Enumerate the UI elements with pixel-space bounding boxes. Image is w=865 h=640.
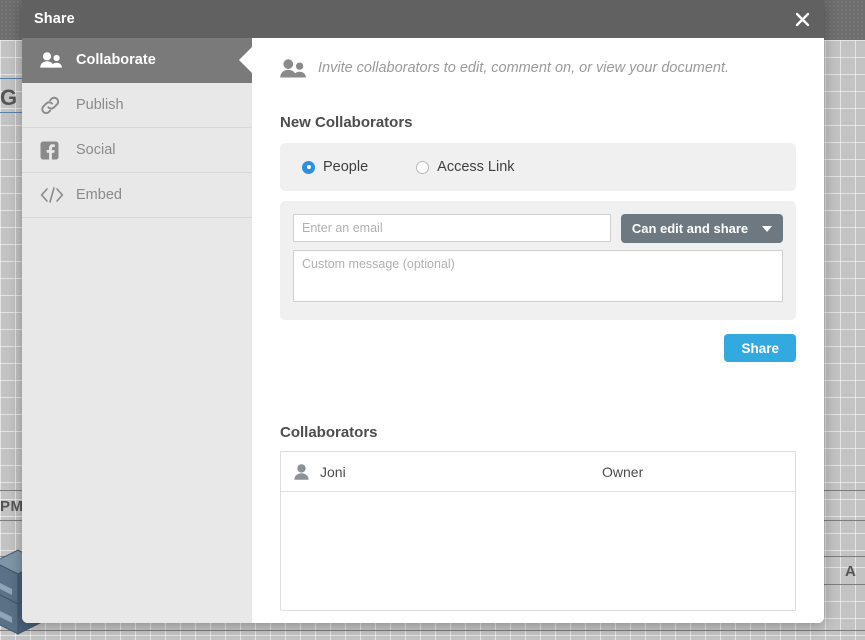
close-icon[interactable] [788,5,816,33]
sidebar-item-embed[interactable]: Embed [22,173,252,218]
permission-dropdown-label: Can edit and share [631,221,749,236]
sidebar-item-social[interactable]: Social [22,128,252,173]
audience-panel: People Access Link [280,143,796,191]
invite-banner-text: Invite collaborators to edit, comment on… [318,60,730,76]
cell-letter-a: A [845,563,857,580]
dialog-titlebar: Share [22,0,824,38]
radio-access-link[interactable]: Access Link [416,159,515,175]
grid-blue-rule-top [0,78,22,79]
sidebar-item-label: Collaborate [76,52,156,68]
share-dialog: Share Collaborate Publish Social Embed I… [22,0,824,623]
people-icon [40,52,68,68]
radio-people-label: People [323,159,369,175]
collaborators-heading: Collaborators [280,424,378,441]
dialog-body: Collaborate Publish Social Embed Invite … [22,38,824,623]
sidebar-item-publish[interactable]: Publish [22,83,252,128]
person-icon [294,463,320,480]
collaborators-table: Joni Owner [280,451,796,611]
sidebar-item-label: Embed [76,187,122,203]
radio-dot-icon [302,160,315,174]
share-sidebar: Collaborate Publish Social Embed [22,38,252,623]
grid-rule-bottom [0,630,865,631]
custom-message-field[interactable] [293,250,783,302]
invite-banner: Invite collaborators to edit, comment on… [280,38,796,98]
email-field[interactable] [293,214,611,242]
sidebar-item-collaborate[interactable]: Collaborate [22,38,252,83]
code-icon [40,187,68,203]
invite-row: Can edit and share [293,214,783,243]
sidebar-item-label: Social [76,142,116,158]
grid-blue-rule-bottom [0,112,22,113]
share-action-row: Share [280,334,796,362]
collaborator-role: Owner [602,463,644,480]
link-icon [40,96,68,115]
radio-access-link-label: Access Link [437,159,515,175]
dialog-title: Share [34,11,75,27]
share-button[interactable]: Share [724,334,796,362]
permission-dropdown[interactable]: Can edit and share [621,214,783,243]
new-collaborators-heading: New Collaborators [280,114,413,131]
table-row[interactable]: Joni Owner [281,452,795,492]
cell-letter-pm: PM [0,498,24,515]
chevron-down-icon [762,225,773,232]
collaborator-name: Joni [320,463,346,480]
invite-panel: Can edit and share [280,201,796,320]
people-icon [280,58,306,78]
radio-dot-icon [416,160,430,174]
radio-people[interactable]: People [302,159,368,175]
facebook-icon [40,141,68,160]
share-content: Invite collaborators to edit, comment on… [252,38,824,623]
sidebar-item-label: Publish [76,97,124,113]
cell-letter-g: G [0,85,18,110]
